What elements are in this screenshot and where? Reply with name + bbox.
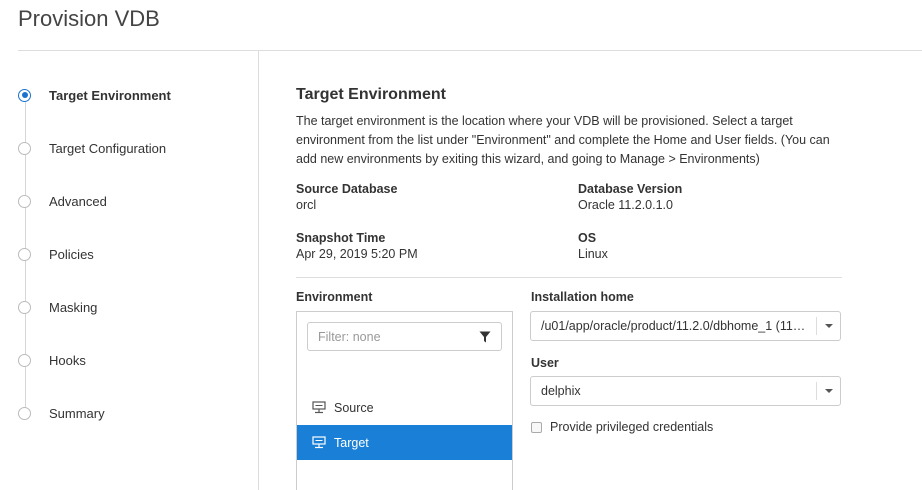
privileged-credentials-label: Provide privileged credentials [550, 420, 714, 434]
privileged-credentials-option[interactable]: Provide privileged credentials [531, 420, 713, 434]
chevron-down-icon[interactable] [816, 317, 840, 335]
environment-item-label: Target [334, 435, 369, 450]
os-info: OS Linux [578, 231, 842, 263]
step-hooks[interactable]: Hooks [18, 350, 86, 370]
chevron-down-icon[interactable] [816, 382, 840, 400]
info-label: Database Version [578, 182, 683, 196]
info-value: Linux [578, 247, 608, 261]
filter-placeholder: Filter: none [318, 329, 381, 344]
installation-home-select[interactable]: /u01/app/oracle/product/11.2.0/dbhome_1 … [530, 311, 841, 341]
wizard-steps: Target Environment Target Configuration … [0, 51, 259, 490]
step-label: Advanced [49, 193, 107, 209]
step-label: Target Configuration [49, 140, 167, 156]
source-info: Source Database orcl Database Version Or… [296, 182, 842, 263]
step-label: Masking [49, 299, 98, 315]
user-label: User [531, 356, 559, 370]
environment-item-source[interactable]: Source [297, 390, 512, 425]
step-radio-icon [18, 141, 31, 155]
step-radio-icon [18, 406, 31, 420]
step-radio-icon [18, 353, 31, 367]
page-title: Provision VDB [18, 6, 160, 31]
info-label: Source Database [296, 182, 398, 196]
filter-icon[interactable] [479, 331, 491, 343]
step-advanced[interactable]: Advanced [18, 191, 107, 211]
section-title: Target Environment [296, 86, 446, 103]
step-label: Summary [49, 405, 105, 421]
installation-home-label: Installation home [531, 290, 634, 304]
step-radio-icon [18, 300, 31, 314]
step-radio-icon [18, 247, 31, 261]
info-value: orcl [296, 198, 317, 212]
server-icon [312, 401, 326, 414]
content-divider [296, 277, 842, 278]
user-select[interactable]: delphix [530, 376, 841, 406]
server-icon [312, 436, 326, 449]
environment-filter-input[interactable]: Filter: none [307, 322, 502, 351]
snapshot-time-info: Snapshot Time Apr 29, 2019 5:20 PM [296, 231, 578, 263]
info-label: Snapshot Time [296, 231, 386, 245]
section-description: The target environment is the location w… [296, 114, 830, 166]
source-database-info: Source Database orcl [296, 182, 578, 214]
step-target-configuration[interactable]: Target Configuration [18, 138, 166, 158]
user-value: delphix [541, 384, 581, 398]
environment-item-target[interactable]: Target [297, 425, 512, 460]
installation-home-value: /u01/app/oracle/product/11.2.0/dbhome_1 … [541, 319, 806, 333]
step-target-environment[interactable]: Target Environment [18, 85, 171, 105]
step-label: Target Environment [49, 87, 171, 103]
step-radio-icon [18, 194, 31, 208]
environment-item-label: Source [334, 400, 374, 415]
environment-label: Environment [296, 290, 373, 304]
step-masking[interactable]: Masking [18, 297, 97, 317]
info-value: Apr 29, 2019 5:20 PM [296, 247, 418, 261]
environment-list[interactable]: Filter: none Source Target [296, 311, 513, 490]
step-summary[interactable]: Summary [18, 403, 105, 423]
step-radio-icon [18, 88, 31, 102]
step-label: Policies [49, 246, 94, 262]
info-value: Oracle 11.2.0.1.0 [578, 198, 673, 212]
database-version-info: Database Version Oracle 11.2.0.1.0 [578, 182, 842, 214]
privileged-credentials-checkbox[interactable] [531, 421, 542, 433]
main-content: Target Environment The target environmen… [296, 86, 842, 278]
step-policies[interactable]: Policies [18, 244, 94, 264]
step-label: Hooks [49, 352, 86, 368]
info-label: OS [578, 231, 597, 245]
